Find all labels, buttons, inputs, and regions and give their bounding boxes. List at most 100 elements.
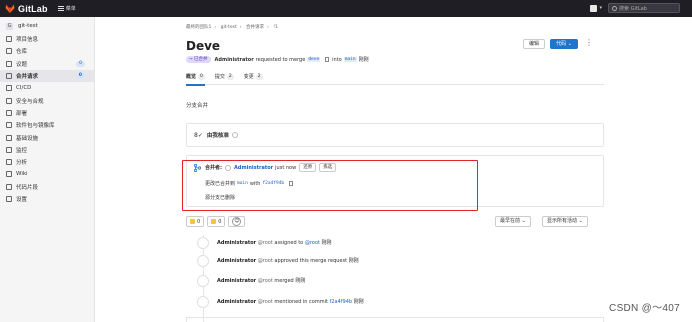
merged-time: just now xyxy=(275,164,297,171)
main-menu-button[interactable]: 菜单 xyxy=(57,5,76,12)
merger-name[interactable]: Administrator xyxy=(234,165,273,171)
event-author[interactable]: Administrator xyxy=(217,258,256,264)
award-emoji-bar: 0 0 ☺ xyxy=(186,216,248,227)
event-author[interactable]: Administrator xyxy=(217,299,256,305)
timeline-text: Administrator @root approved this merge … xyxy=(217,257,359,264)
tab-label: 提交 xyxy=(214,73,225,80)
breadcrumb-separator: › xyxy=(214,25,217,30)
event-action: approved this merge request xyxy=(274,258,348,264)
thumbs-down-button[interactable]: 0 xyxy=(207,216,226,227)
event-username[interactable]: @root xyxy=(258,299,273,305)
sidebar-item[interactable]: Wiki xyxy=(0,168,94,180)
source-branch[interactable]: deve xyxy=(307,57,321,62)
gitlab-logo[interactable]: GitLab xyxy=(5,4,48,14)
thumbs-up-button[interactable]: 0 xyxy=(186,216,205,227)
merge-request-icon xyxy=(6,73,12,80)
merged-by-label: 合并者: xyxy=(205,165,222,171)
sidebar-item[interactable]: 基础设施 xyxy=(0,131,94,143)
tab-count: 2 xyxy=(226,73,234,80)
sidebar-project-header[interactable]: G git-test xyxy=(0,19,94,33)
breadcrumb-item[interactable]: !1 xyxy=(273,25,278,30)
chevron-down-icon[interactable]: ▾ xyxy=(599,5,602,11)
target-branch[interactable]: main xyxy=(343,57,357,62)
sidebar-item-label: 项目信息 xyxy=(16,37,39,44)
sidebar-item[interactable]: CI/CD xyxy=(0,82,94,94)
tab-label: 概览 xyxy=(186,73,197,80)
thumbs-up-icon xyxy=(190,219,195,224)
changes-merged-text: 更改已合并到 xyxy=(205,181,236,187)
sidebar-item-label: 设置 xyxy=(16,197,28,203)
breadcrumb-item[interactable]: git-test xyxy=(221,25,237,30)
activity-filter-dropdown[interactable]: 显示所有活动 ⌄ xyxy=(542,216,588,227)
search-icon xyxy=(612,5,617,11)
merge-widget: 合并者: Administrator just now 还原 拣选 更改已合并到… xyxy=(186,155,604,207)
tab-overview[interactable]: 概览 0 xyxy=(186,69,205,86)
comment-box[interactable] xyxy=(186,317,604,322)
sidebar-item-label: 安全与合规 xyxy=(16,98,44,105)
event-username[interactable]: @root xyxy=(258,258,273,264)
mr-status-line: ⤳ 已合并 Administrator requested to merge d… xyxy=(186,56,369,63)
sidebar-item[interactable]: 议题 0 xyxy=(0,58,94,70)
merge-icon xyxy=(194,163,201,172)
deploy-icon xyxy=(6,109,12,116)
project-sidebar: G git-test 项目信息仓库议题 0 合并请求 0 CI/CD 安全与合规部署软件包… xyxy=(0,17,95,322)
search-input[interactable]: 搜索 GitLab xyxy=(608,3,680,13)
event-time: 刚刚 xyxy=(353,299,364,305)
menu-label: 菜单 xyxy=(65,6,76,12)
edit-button[interactable]: 编辑 xyxy=(523,39,545,49)
sidebar-item[interactable]: 软件包与镜像库 xyxy=(0,119,94,131)
add-reaction-button[interactable]: ☺ xyxy=(228,216,246,227)
cloud-icon xyxy=(6,134,12,141)
copy-icon[interactable] xyxy=(289,181,294,186)
sidebar-item[interactable]: 安全与合规 xyxy=(0,94,94,106)
sidebar-item-label: Wiki xyxy=(16,171,28,178)
sidebar-item-label: 部署 xyxy=(16,110,28,117)
approval-icon: 8✓ xyxy=(194,131,203,139)
breadcrumb-item[interactable]: 合并请求 xyxy=(246,25,264,30)
into-text: into xyxy=(332,56,342,63)
csdn-watermark: CSDN @～407 xyxy=(609,303,680,314)
sidebar-item-label: 仓库 xyxy=(16,49,28,56)
sidebar-item[interactable]: 代码片段 xyxy=(0,181,94,193)
approve-icon xyxy=(197,255,209,267)
sort-dropdown[interactable]: 最早在前 ⌄ xyxy=(495,216,531,227)
branch-deleted-text: 源分支已删除 xyxy=(205,195,236,201)
sidebar-item-label: 基础设施 xyxy=(16,135,39,142)
sidebar-item-label: 议题 xyxy=(16,61,28,68)
more-actions-icon[interactable]: ⋮ xyxy=(585,39,593,47)
commit-sha[interactable]: f2a4f94b xyxy=(262,181,284,186)
breadcrumb-item[interactable]: 最终的团队1 xyxy=(186,25,211,30)
event-action: assigned to xyxy=(274,240,304,246)
author-name[interactable]: Administrator xyxy=(215,57,254,63)
code-dropdown-button[interactable]: 代码 ⌄ xyxy=(550,39,578,49)
copy-icon[interactable] xyxy=(325,57,330,62)
sidebar-nav: 项目信息仓库议题 0 合并请求 0 CI/CD 安全与合规部署软件包与镜像库 基础设施监控分… xyxy=(0,33,94,205)
event-commit-sha[interactable]: f2a4f94b xyxy=(330,299,352,305)
tab-commits[interactable]: 提交 2 xyxy=(215,69,234,85)
rocket-icon xyxy=(6,85,12,92)
merged-into-row: 更改已合并到 main with f2a4f94b xyxy=(205,180,296,187)
revert-button[interactable]: 还原 xyxy=(299,163,317,172)
event-author[interactable]: Administrator xyxy=(217,240,256,246)
smiley-icon: ☺ xyxy=(232,217,242,226)
sidebar-item-label: 分析 xyxy=(16,160,28,167)
sidebar-item[interactable]: 仓库 xyxy=(0,45,94,57)
sidebar-item-label: 监控 xyxy=(16,147,28,154)
sidebar-item[interactable]: 部署 xyxy=(0,107,94,119)
create-new-icon[interactable] xyxy=(590,4,598,12)
event-target[interactable]: @root xyxy=(305,240,320,246)
target-branch[interactable]: main xyxy=(237,181,248,186)
cherry-pick-button[interactable]: 拣选 xyxy=(319,163,337,172)
sidebar-item[interactable]: 项目信息 xyxy=(0,33,94,45)
event-author[interactable]: Administrator xyxy=(217,278,256,284)
event-time: 刚刚 xyxy=(321,240,332,246)
sidebar-item-label: 软件包与镜像库 xyxy=(16,123,55,130)
sidebar-item[interactable]: 分析 xyxy=(0,156,94,168)
event-username[interactable]: @root xyxy=(258,240,273,246)
hamburger-icon xyxy=(57,6,64,11)
tab-changes[interactable]: 变更 2 xyxy=(244,69,263,85)
event-username[interactable]: @root xyxy=(258,278,273,284)
sidebar-item[interactable]: 合并请求 0 xyxy=(0,69,94,83)
sidebar-item[interactable]: 监控 xyxy=(0,144,94,156)
sidebar-item[interactable]: 设置 xyxy=(0,193,94,205)
